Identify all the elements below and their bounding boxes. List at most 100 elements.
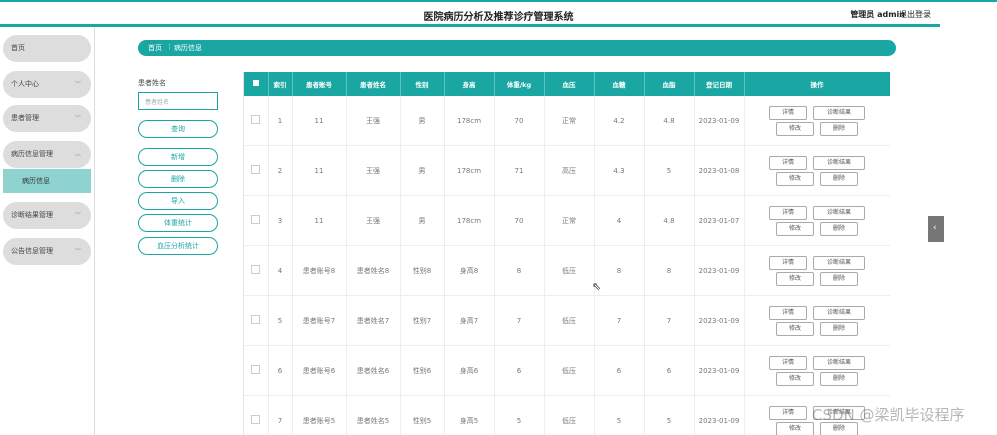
col-header: 身高: [444, 72, 495, 96]
table-cell: 身高8: [444, 245, 495, 296]
side-collapse-tab[interactable]: ‹: [928, 216, 944, 242]
table-cell: 2023-01-09: [694, 395, 745, 435]
detail-button[interactable]: 详情: [769, 205, 807, 220]
query-button[interactable]: 查询: [138, 120, 218, 138]
table-cell: 5: [494, 395, 545, 435]
table-cell: 5: [644, 395, 695, 435]
table-cell: 身高6: [444, 345, 495, 396]
table-row: 6 患者账号6 患者姓名6 性别6 身高6 6 低压 6 6 2023-01-09 详情 诊断结果 修改…: [244, 345, 890, 396]
detail-button[interactable]: 详情: [769, 105, 807, 120]
import-button[interactable]: 导入: [138, 192, 218, 210]
table-cell: 低压: [544, 395, 595, 435]
table-cell: 70: [494, 96, 545, 146]
table-cell: 2023-01-09: [694, 295, 745, 346]
row-checkbox[interactable]: [244, 395, 269, 435]
diagnosis-button[interactable]: 诊断结果: [813, 355, 865, 370]
detail-button[interactable]: 详情: [769, 305, 807, 320]
detail-button[interactable]: 详情: [769, 255, 807, 270]
table-row: 1 11 王强男 178cm 70 正常 4.2 4.8 2023-01-09 详情 诊断结果 修改删…: [244, 96, 890, 146]
col-header: 血压: [544, 72, 595, 96]
row-checkbox[interactable]: [244, 96, 269, 146]
sidebar-item-label: 首页: [11, 44, 25, 52]
table-cell: 4.3: [594, 145, 645, 196]
edit-button[interactable]: 修改: [776, 171, 814, 186]
select-all-checkbox[interactable]: [244, 72, 269, 96]
remove-button[interactable]: 删除: [820, 321, 858, 336]
sidebar: 首页 个人中心 ﹀ 患者管理 ﹀ 病历信息管理 ︿ 病历信息 诊断结果管理 ﹀ …: [0, 27, 95, 435]
sidebar-item-label: 诊断结果管理: [11, 211, 53, 219]
table-cell: 8: [494, 245, 545, 296]
remove-button[interactable]: 删除: [820, 121, 858, 136]
watermark: CSDN @梁凯毕设程序: [812, 406, 965, 424]
detail-button[interactable]: 详情: [769, 355, 807, 370]
table-cell: 4.8: [644, 96, 695, 146]
diagnosis-button[interactable]: 诊断结果: [813, 305, 865, 320]
row-checkbox[interactable]: [244, 145, 269, 196]
detail-button[interactable]: 详情: [769, 155, 807, 170]
bp-stats-button[interactable]: 血压分析统计: [138, 237, 218, 255]
remove-button[interactable]: 删除: [820, 171, 858, 186]
table-cell: 身高7: [444, 295, 495, 346]
table-cell: 低压: [544, 295, 595, 346]
mouse-cursor-icon: ⇖: [592, 280, 602, 293]
detail-button[interactable]: 详情: [769, 405, 807, 420]
table-cell: 4: [268, 245, 293, 296]
sidebar-item-records-mgmt[interactable]: 病历信息管理 ︿: [3, 141, 91, 168]
table-cell: 身高5: [444, 395, 495, 435]
sidebar-item-home[interactable]: 首页: [3, 35, 91, 62]
edit-button[interactable]: 修改: [776, 271, 814, 286]
remove-button[interactable]: 删除: [820, 221, 858, 236]
diagnosis-button[interactable]: 诊断结果: [813, 205, 865, 220]
row-checkbox[interactable]: [244, 245, 269, 296]
table-cell: 高压: [544, 145, 595, 196]
table-cell: 男: [400, 96, 445, 146]
logout-link[interactable]: 退出登录: [899, 9, 931, 20]
table-cell: 3: [268, 195, 293, 246]
breadcrumb-home[interactable]: 首页: [148, 43, 162, 53]
breadcrumb-current: 病历信息: [174, 44, 202, 52]
table-row: 5 患者账号7 患者姓名7 性别7 身高7 7 低压 7 7 2023-01-09 详情 诊断结果 修改…: [244, 295, 890, 346]
remove-button[interactable]: 删除: [820, 371, 858, 386]
row-checkbox[interactable]: [244, 195, 269, 246]
diagnosis-button[interactable]: 诊断结果: [813, 105, 865, 120]
row-checkbox[interactable]: [244, 345, 269, 396]
search-input[interactable]: 患者姓名: [138, 92, 218, 110]
remove-button[interactable]: 删除: [820, 271, 858, 286]
diagnosis-button[interactable]: 诊断结果: [813, 155, 865, 170]
search-label: 患者姓名: [138, 79, 166, 87]
col-header: 操作: [744, 72, 890, 96]
sidebar-item-patients[interactable]: 患者管理 ﹀: [3, 105, 91, 132]
table-cell: 2023-01-09: [694, 245, 745, 296]
sidebar-item-label: 个人中心: [11, 80, 39, 88]
col-header: 登记日期: [694, 72, 745, 96]
delete-button[interactable]: 删除: [138, 170, 218, 188]
table-cell: 患者账号5: [292, 395, 347, 435]
table-cell: 2: [268, 145, 293, 196]
sidebar-item-profile[interactable]: 个人中心 ﹀: [3, 71, 91, 98]
table-cell: 178cm: [444, 96, 495, 146]
table-cell: 2023-01-07: [694, 195, 745, 246]
chevron-down-icon: ﹀: [74, 212, 81, 219]
table-cell: 患者账号6: [292, 345, 347, 396]
sidebar-subitem-records[interactable]: 病历信息: [3, 169, 91, 193]
row-actions: 详情 诊断结果 修改 删除: [744, 245, 890, 296]
edit-button[interactable]: 修改: [776, 321, 814, 336]
weight-stats-button[interactable]: 体重统计: [138, 214, 218, 232]
row-checkbox[interactable]: [244, 295, 269, 346]
col-header: 患者姓名: [346, 72, 401, 96]
table-row: 7 患者账号5 患者姓名5 性别5 身高5 5 低压 5 5 2023-01-09 详情 诊断结果 修改…: [244, 395, 890, 435]
header-divider: [0, 24, 940, 27]
sidebar-item-label: 病历信息管理: [11, 150, 53, 158]
edit-button[interactable]: 修改: [776, 221, 814, 236]
table-cell: 5: [268, 295, 293, 346]
sidebar-item-diagnosis[interactable]: 诊断结果管理 ﹀: [3, 202, 91, 229]
table-cell: 正常: [544, 195, 595, 246]
edit-button[interactable]: 修改: [776, 371, 814, 386]
chevron-left-icon: ‹: [933, 223, 937, 233]
edit-button[interactable]: 修改: [776, 421, 814, 435]
add-button[interactable]: 新增: [138, 148, 218, 166]
edit-button[interactable]: 修改: [776, 121, 814, 136]
sidebar-item-notices[interactable]: 公告信息管理 ﹀: [3, 238, 91, 265]
diagnosis-button[interactable]: 诊断结果: [813, 255, 865, 270]
table-cell: 正常: [544, 96, 595, 146]
